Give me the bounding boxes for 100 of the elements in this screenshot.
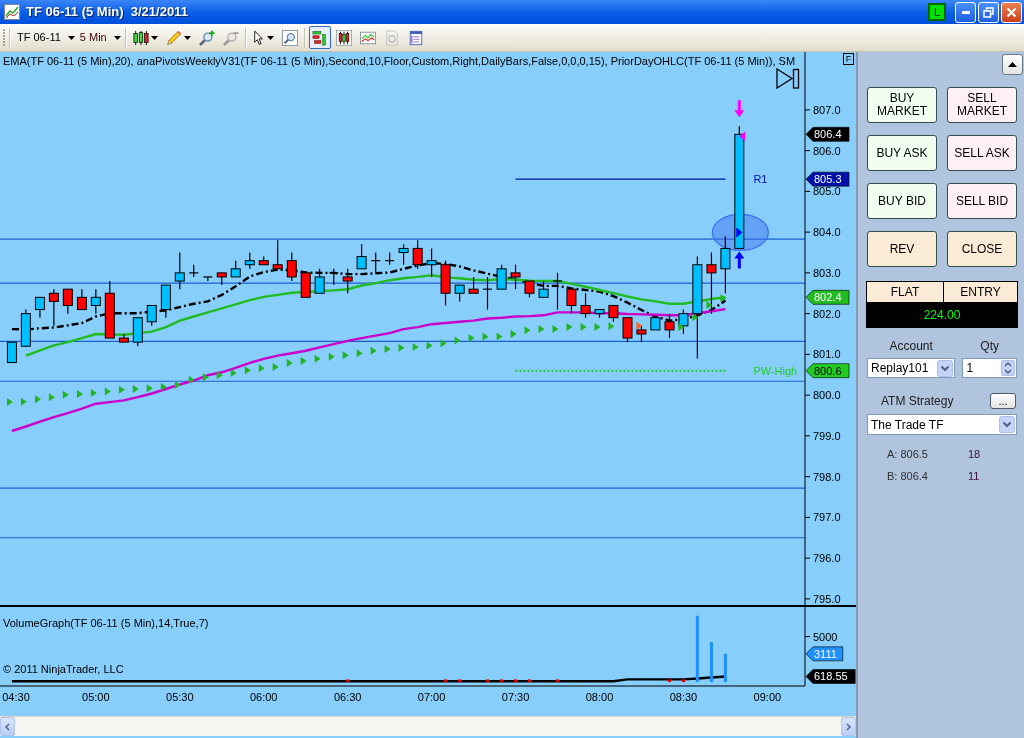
down-arrow-icon	[734, 100, 745, 118]
candle	[720, 235, 731, 294]
interval-select[interactable]: 5 Min	[78, 26, 122, 49]
time-label: 06:00	[249, 691, 278, 703]
candle	[188, 264, 199, 278]
account-label: Account	[889, 339, 933, 353]
value-marker: 3111	[805, 646, 844, 662]
chart-trader-button[interactable]	[308, 26, 331, 49]
caret-icon	[183, 35, 191, 40]
scroll-left-button[interactable]	[0, 717, 15, 736]
candlestick-icon	[132, 29, 149, 46]
quote-size: 18	[968, 446, 981, 462]
zoom-in-icon	[198, 29, 215, 46]
qty-label: Qty	[980, 339, 999, 353]
order-button[interactable]: BUY BID	[867, 183, 937, 219]
minimize-icon	[961, 10, 970, 14]
axis-label: 801.0	[813, 348, 841, 361]
order-button[interactable]: CLOSE	[947, 231, 1017, 267]
float-button[interactable]: F	[843, 53, 854, 65]
candle	[244, 251, 255, 270]
candle	[370, 251, 381, 274]
axis-label: 800.0	[813, 389, 841, 402]
order-button[interactable]: BUY MARKET	[867, 87, 937, 123]
caret-icon	[150, 35, 158, 40]
order-button[interactable]: SELL BID	[947, 183, 1017, 219]
atm-strategy-label: ATM Strategy	[881, 393, 954, 410]
time-label: 08:30	[669, 691, 698, 703]
restore-button[interactable]	[978, 1, 999, 23]
time-label: 07:00	[417, 691, 446, 703]
pnl-display: 224.00	[867, 303, 1017, 327]
time-label: 08:00	[585, 691, 614, 703]
scroll-right-button[interactable]	[841, 717, 856, 736]
axis-label: 798.0	[813, 470, 841, 483]
order-button[interactable]: SELL ASK	[947, 135, 1017, 171]
value-marker: 802.4	[805, 290, 850, 305]
time-label: 07:30	[501, 691, 530, 703]
pencil-icon	[165, 29, 182, 46]
quantity-field[interactable]: 1	[962, 358, 1017, 378]
caret-icon	[266, 35, 274, 40]
level-label: PW-High	[753, 364, 798, 377]
link-button[interactable]: L	[928, 3, 946, 21]
axis-label: 796.0	[813, 552, 841, 565]
time-label: 06:30	[333, 691, 362, 703]
collapse-button[interactable]	[1002, 54, 1023, 75]
value-marker: 806.4	[805, 127, 850, 142]
atm-options-button[interactable]: ...	[990, 393, 1016, 409]
magnifier-icon	[281, 29, 298, 46]
axis-label: 799.0	[813, 429, 841, 442]
copyright-text: © 2011 NinjaTrader, LLC	[3, 664, 124, 675]
chevron-left-icon	[5, 722, 10, 731]
zoom-out-icon	[222, 29, 239, 46]
line-chart-icon	[359, 29, 376, 46]
quote-size: 11	[968, 468, 980, 484]
quote-price: A: 806.5	[887, 446, 929, 462]
caret-icon	[113, 35, 121, 40]
axis-label: 807.0	[813, 103, 841, 116]
entry-cell: ENTRY	[944, 282, 1017, 302]
chevron-down-icon	[999, 416, 1015, 433]
chevron-right-icon	[846, 722, 851, 731]
axis-label: 802.0	[813, 307, 841, 320]
time-label: 05:00	[82, 691, 110, 703]
y-tick-label: 800.6	[814, 364, 842, 377]
chart-icon	[4, 4, 20, 20]
axis-label: 797.0	[813, 511, 841, 524]
triangle-bar-icon	[776, 68, 800, 89]
window-icon	[407, 29, 424, 46]
left-triangle-icon	[739, 131, 746, 142]
axis-label: 806.0	[813, 144, 841, 157]
horizontal-scrollbar[interactable]	[0, 716, 856, 736]
y-tick-label: 618.55	[814, 670, 848, 683]
candle	[286, 251, 297, 282]
instrument-select[interactable]: TF 06-11	[16, 26, 76, 49]
candle	[258, 255, 269, 266]
window-title: TF 06-11 (5 Min) 3/21/2011	[26, 3, 188, 22]
account-select[interactable]: Replay101	[867, 358, 956, 378]
indicator-legend: EMA(TF 06-11 (5 Min),20), anaPivotsWeeklyV31(TF 06-11 (5 Min),Second,10,Floor,Custom,Right,DailyBars,False,0,0,0,15), PriorDayOHLC(TF 06-11 (5 Min)), SM	[3, 56, 796, 67]
up-arrow-icon	[734, 251, 745, 269]
position-status: FLAT	[867, 282, 944, 302]
order-button[interactable]: BUY ASK	[867, 135, 937, 171]
y-tick-label: 3111	[814, 647, 837, 660]
axis-label: 803.0	[813, 266, 841, 279]
candle	[272, 239, 283, 270]
order-button[interactable]: SELL MARKET	[947, 87, 1017, 123]
atm-strategy-select[interactable]: The Trade TF	[867, 414, 1017, 435]
order-button[interactable]: REV	[867, 231, 937, 267]
triangle-up-icon	[1008, 62, 1017, 67]
candle	[426, 247, 437, 278]
y-tick-label: 805.3	[814, 173, 842, 186]
value-marker: 805.3	[805, 171, 850, 187]
y-tick-label: 806.4	[814, 128, 842, 141]
axis-label: 804.0	[813, 226, 841, 239]
spinner-arrows-icon	[1001, 360, 1015, 376]
caret-icon	[67, 35, 75, 40]
candle	[412, 239, 423, 270]
time-label: 05:30	[166, 691, 194, 703]
indicator-legend: VolumeGraph(TF 06-11 (5 Min),14,True,7)	[3, 618, 209, 629]
close-button[interactable]	[1001, 1, 1022, 23]
minimize-button[interactable]	[955, 1, 976, 23]
time-label: 04:30	[2, 691, 30, 703]
axis-label: 805.0	[813, 185, 841, 198]
